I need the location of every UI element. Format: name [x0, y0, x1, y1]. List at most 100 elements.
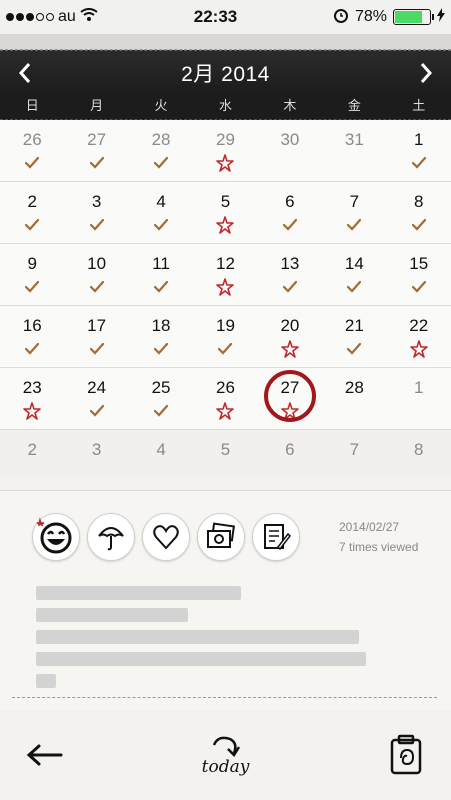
star-icon	[281, 340, 299, 358]
check-mark	[64, 152, 128, 174]
check-icon	[25, 219, 40, 231]
back-button[interactable]	[0, 710, 90, 800]
check-mark	[0, 152, 64, 174]
signal-strength-icon	[6, 13, 54, 21]
calendar-day[interactable]: 26	[0, 120, 64, 181]
calendar-day[interactable]: 22	[387, 306, 451, 367]
dashed-divider	[12, 697, 437, 698]
calendar-week-row: 16 17 18 19 20 21 22	[0, 306, 451, 368]
umbrella-button[interactable]	[87, 513, 135, 561]
empty-mark	[322, 152, 386, 174]
calendar-day[interactable]: 16	[0, 306, 64, 367]
empty-mark	[258, 462, 322, 484]
calendar-day[interactable]: 5	[193, 182, 257, 243]
calendar-day[interactable]: 31	[322, 120, 386, 181]
today-button[interactable]: today	[181, 710, 271, 800]
calendar-day[interactable]: 10	[64, 244, 128, 305]
heart-button[interactable]	[142, 513, 190, 561]
calendar-grid: 26 27 28 29 30 31 1 2 3 4 5 6 7 8 9 10 11 12 13 14 15 16 17 18 1…	[0, 120, 451, 478]
calendar-day[interactable]: 19	[193, 306, 257, 367]
calendar-day[interactable]: 12	[193, 244, 257, 305]
stitch-strip	[0, 34, 451, 50]
calendar-day[interactable]: 7	[322, 430, 386, 478]
calendar-day[interactable]: 25	[129, 368, 193, 429]
calendar-day[interactable]: 29	[193, 120, 257, 181]
check-mark	[258, 214, 322, 236]
day-number: 7	[349, 192, 360, 211]
battery-percent: 78%	[354, 8, 387, 25]
calendar-day[interactable]: 6	[258, 430, 322, 478]
star-mark	[193, 152, 257, 174]
calendar-day[interactable]: 1	[387, 368, 451, 429]
carrier-label: au	[58, 8, 76, 25]
umbrella-icon	[98, 527, 124, 551]
calendar-day[interactable]: 17	[64, 306, 128, 367]
prev-month-button[interactable]	[0, 51, 50, 95]
calendar-day[interactable]: 21	[322, 306, 386, 367]
calendar-day[interactable]: 2	[0, 430, 64, 478]
calendar-week-row: 2 3 4 5 6 7 8	[0, 182, 451, 244]
calendar-day-today[interactable]: 27	[258, 368, 322, 429]
check-mark	[387, 152, 451, 174]
calendar-day[interactable]: 15	[387, 244, 451, 305]
calendar-day[interactable]: 7	[322, 182, 386, 243]
calendar-day[interactable]: 26	[193, 368, 257, 429]
entry-views: 7 times viewed	[339, 540, 419, 554]
calendar-day[interactable]: 5	[193, 430, 257, 478]
diary-button[interactable]	[361, 710, 451, 800]
day-number: 8	[414, 440, 424, 459]
entry-text-blurred[interactable]	[36, 586, 366, 696]
calendar-day[interactable]: 28	[322, 368, 386, 429]
calendar-day[interactable]: 18	[129, 306, 193, 367]
day-number: 1	[414, 378, 424, 397]
calendar-day[interactable]: 3	[64, 182, 128, 243]
check-mark	[129, 338, 193, 360]
calendar-day[interactable]: 30	[258, 120, 322, 181]
calendar-day[interactable]: 28	[129, 120, 193, 181]
calendar-day[interactable]: 1	[387, 120, 451, 181]
entry-date: 2014/02/27	[339, 520, 400, 534]
star-mark	[193, 214, 257, 236]
calendar-day[interactable]: 20	[258, 306, 322, 367]
calendar-day[interactable]: 13	[258, 244, 322, 305]
star-mark	[0, 400, 64, 422]
check-mark	[0, 276, 64, 298]
status-time: 22:33	[193, 7, 238, 26]
check-mark	[322, 214, 386, 236]
photos-button[interactable]	[197, 513, 245, 561]
calendar-day[interactable]: 24	[64, 368, 128, 429]
check-icon	[411, 157, 426, 169]
day-number: 5	[220, 440, 231, 459]
smiley-button[interactable]	[32, 513, 80, 561]
day-number: 26	[216, 378, 235, 397]
check-mark	[322, 338, 386, 360]
check-icon	[218, 343, 233, 355]
star-mark	[387, 338, 451, 360]
calendar-day[interactable]: 8	[387, 430, 451, 478]
day-number: 17	[87, 316, 107, 335]
calendar-day[interactable]: 11	[129, 244, 193, 305]
calendar-day[interactable]: 8	[387, 182, 451, 243]
calendar-day[interactable]: 27	[64, 120, 128, 181]
edit-note-button[interactable]	[252, 513, 300, 561]
weekday-row: 日 月 火 水 木 金 土	[0, 94, 451, 120]
calendar-day[interactable]: 4	[129, 182, 193, 243]
calendar-day[interactable]: 3	[64, 430, 128, 478]
check-mark	[193, 338, 257, 360]
calendar-day[interactable]: 9	[0, 244, 64, 305]
calendar-week-row: 23 24 25 26 27 28 1	[0, 368, 451, 430]
weekday-label: 金	[347, 98, 361, 113]
month-title: 2月 2014	[181, 62, 270, 86]
check-mark	[0, 338, 64, 360]
star-icon	[216, 278, 235, 296]
calendar-day[interactable]: 6	[258, 182, 322, 243]
calendar-day[interactable]: 14	[322, 244, 386, 305]
calendar-day[interactable]: 2	[0, 182, 64, 243]
check-icon	[154, 343, 169, 355]
check-mark	[129, 276, 193, 298]
next-month-button[interactable]	[401, 51, 451, 95]
calendar-day[interactable]: 23	[0, 368, 64, 429]
day-number: 25	[151, 378, 171, 397]
calendar-day[interactable]: 4	[129, 430, 193, 478]
day-number: 16	[22, 316, 42, 335]
